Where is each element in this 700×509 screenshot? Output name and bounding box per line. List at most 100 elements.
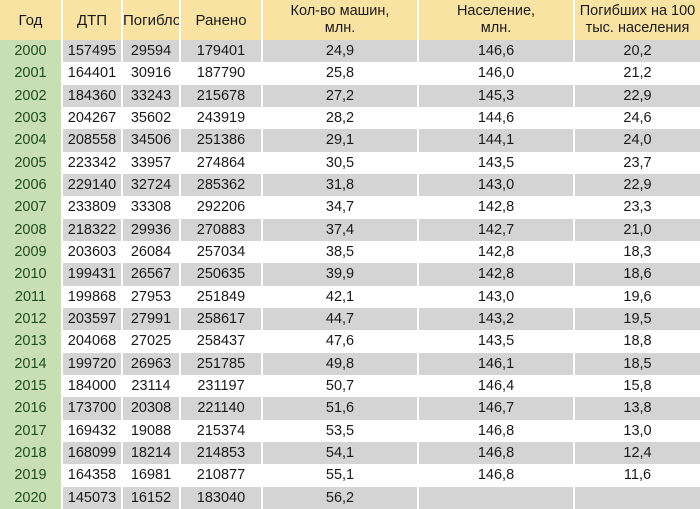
table-cell-death-rate: 20,2	[574, 40, 700, 63]
table-cell-population: 145,3	[418, 84, 575, 107]
table-cell-death-rate: 23,7	[574, 151, 700, 174]
table-cell-deaths: 23114	[122, 374, 181, 398]
table-cell-population: 143,0	[418, 285, 575, 308]
table-cell-deaths: 29936	[122, 218, 181, 241]
column-header-death-rate-line2: тыс. населения	[585, 20, 690, 36]
table-cell-death-rate: 22,9	[574, 84, 700, 107]
table-cell-injured: 292206	[180, 196, 263, 219]
table-cell-death-rate: 18,5	[574, 352, 700, 375]
column-header-injured-label: Ранено	[195, 11, 247, 29]
table-cell-population: 142,8	[418, 263, 575, 286]
table-cell-year: 2017	[0, 419, 63, 442]
table-cell-deaths: 16981	[122, 464, 181, 487]
table-cell-year: 2016	[0, 397, 63, 420]
table-cell-injured: 251849	[180, 285, 263, 308]
table-cell-accidents: 203603	[62, 240, 123, 264]
table-cell-accidents: 199868	[62, 285, 123, 308]
table-cell-accidents: 203597	[62, 307, 123, 331]
table-cell-year: 2018	[0, 441, 63, 465]
table-cell-accidents: 204068	[62, 330, 123, 353]
table-cell-year: 2011	[0, 285, 63, 308]
table-cell-car-count: 34,7	[262, 196, 419, 219]
table-cell-injured: 215374	[180, 419, 263, 442]
table-cell-death-rate: 13,8	[574, 397, 700, 420]
table-cell-year: 2001	[0, 62, 63, 85]
table-cell-injured: 214853	[180, 441, 263, 465]
table-row: 2012 203597 27991 258617 44,7 143,2 19,5	[0, 307, 700, 331]
table-cell-deaths: 34506	[122, 129, 181, 152]
table-row: 2015 184000 23114 231197 50,7 146,4 15,8	[0, 374, 700, 398]
table-cell-death-rate: 22,9	[574, 173, 700, 197]
table-cell-year: 2000	[0, 40, 63, 63]
table-cell-accidents: 169432	[62, 419, 123, 442]
table-cell-injured: 210877	[180, 464, 263, 487]
table-cell-population: 144,6	[418, 106, 575, 130]
table-cell-deaths: 30916	[122, 62, 181, 85]
table-cell-death-rate: 18,3	[574, 240, 700, 264]
table-cell-deaths: 33308	[122, 196, 181, 219]
table-cell-year: 2007	[0, 196, 63, 219]
table-cell-car-count: 47,6	[262, 330, 419, 353]
column-header-car-count: Кол-во машин, млн.	[262, 0, 419, 40]
column-header-deaths-label: Погибло	[123, 11, 180, 29]
table-cell-accidents: 184360	[62, 84, 123, 107]
table-cell-car-count: 31,8	[262, 173, 419, 197]
table-cell-car-count: 50,7	[262, 374, 419, 398]
table-cell-car-count: 30,5	[262, 151, 419, 174]
table-cell-population: 146,8	[418, 441, 575, 465]
table-cell-accidents: 223342	[62, 151, 123, 174]
table-cell-deaths: 20308	[122, 397, 181, 420]
table-cell-accidents: 157495	[62, 40, 123, 63]
table-cell-injured: 274864	[180, 151, 263, 174]
table-cell-year: 2014	[0, 352, 63, 375]
table-cell-injured: 285362	[180, 173, 263, 197]
table-cell-injured: 183040	[180, 486, 263, 509]
table-cell-population: 146,0	[418, 62, 575, 85]
table-cell-death-rate: 21,2	[574, 62, 700, 85]
table-cell-car-count: 27,2	[262, 84, 419, 107]
table-row: 2003 204267 35602 243919 28,2 144,6 24,6	[0, 106, 700, 130]
table-row: 2011 199868 27953 251849 42,1 143,0 19,6	[0, 285, 700, 308]
table-cell-deaths: 27991	[122, 307, 181, 331]
table-cell-year: 2005	[0, 151, 63, 174]
table-cell-deaths: 32724	[122, 173, 181, 197]
table-cell-population: 146,6	[418, 40, 575, 63]
table-cell-population: 143,2	[418, 307, 575, 331]
table-row: 2001 164401 30916 187790 25,8 146,0 21,2	[0, 62, 700, 85]
table-cell-car-count: 28,2	[262, 106, 419, 130]
column-header-death-rate: Погибших на 100 тыс. населения	[574, 0, 700, 40]
table-cell-deaths: 26963	[122, 352, 181, 375]
table-cell-injured: 179401	[180, 40, 263, 63]
table-cell-year: 2010	[0, 263, 63, 286]
column-header-accidents: ДТП	[62, 0, 123, 40]
table-cell-year: 2019	[0, 464, 63, 487]
table-row: 2004 208558 34506 251386 29,1 144,1 24,0	[0, 129, 700, 152]
table-cell-death-rate: 21,0	[574, 218, 700, 241]
table-row: 2016 173700 20308 221140 51,6 146,7 13,8	[0, 397, 700, 420]
table-cell-death-rate	[574, 486, 700, 509]
table-cell-car-count: 38,5	[262, 240, 419, 264]
column-header-year-label: Год	[18, 11, 43, 29]
table-cell-car-count: 37,4	[262, 218, 419, 241]
table-cell-deaths: 19088	[122, 419, 181, 442]
table-cell-deaths: 33243	[122, 84, 181, 107]
table-cell-death-rate: 19,5	[574, 307, 700, 331]
table-cell-injured: 250635	[180, 263, 263, 286]
column-header-car-count-line2: млн.	[324, 20, 356, 36]
table-cell-injured: 231197	[180, 374, 263, 398]
table-cell-population: 146,8	[418, 464, 575, 487]
table-row: 2007 233809 33308 292206 34,7 142,8 23,3	[0, 196, 700, 219]
table-cell-year: 2008	[0, 218, 63, 241]
column-header-population: Население, млн.	[418, 0, 575, 40]
table-cell-accidents: 218322	[62, 218, 123, 241]
table-cell-accidents: 229140	[62, 173, 123, 197]
table-cell-car-count: 29,1	[262, 129, 419, 152]
table-cell-year: 2006	[0, 173, 63, 197]
table-cell-population: 142,8	[418, 196, 575, 219]
table-row: 2009 203603 26084 257034 38,5 142,8 18,3	[0, 240, 700, 264]
table-cell-year: 2003	[0, 106, 63, 130]
table-cell-car-count: 42,1	[262, 285, 419, 308]
table-cell-car-count: 39,9	[262, 263, 419, 286]
header-row: Год ДТП Погибло Ранено Кол-во машин, млн…	[0, 0, 700, 40]
table-cell-accidents: 145073	[62, 486, 123, 509]
